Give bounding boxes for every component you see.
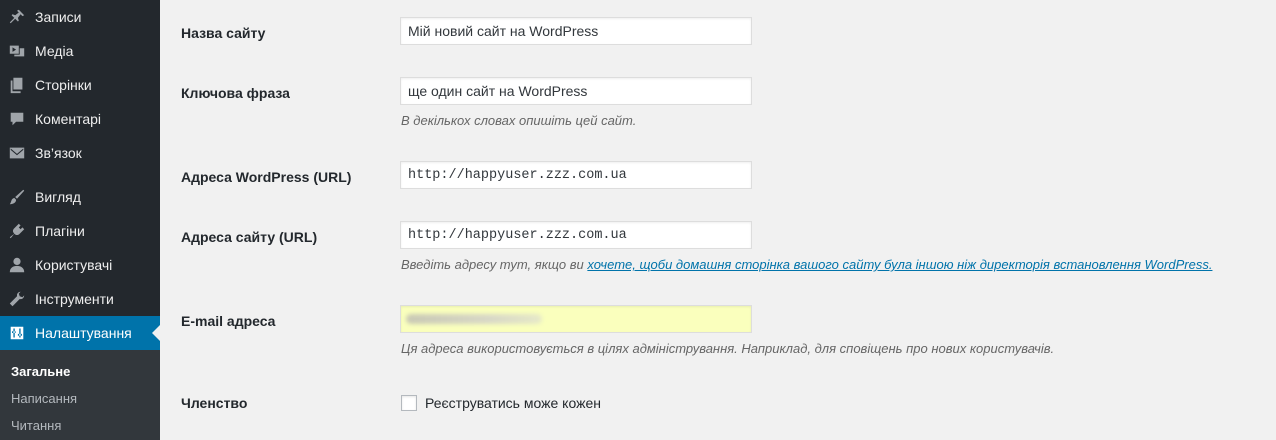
menu-item-appearance[interactable]: Вигляд <box>0 180 160 214</box>
menu-item-label: Зв’язок <box>35 145 82 161</box>
settings-form: Назва сайту Мій новий сайт на WordPress … <box>160 0 1276 440</box>
membership-checkbox[interactable] <box>401 395 417 411</box>
menu-item-pages[interactable]: Сторінки <box>0 68 160 102</box>
wp-address-label: Адреса WordPress (URL) <box>181 169 352 185</box>
brush-icon <box>7 187 27 207</box>
submenu-item-writing[interactable]: Написання <box>11 391 77 406</box>
site-title-label: Назва сайту <box>181 25 266 41</box>
pages-icon <box>7 75 27 95</box>
menu-item-plugins[interactable]: Плагіни <box>0 214 160 248</box>
menu-item-label: Сторінки <box>35 77 92 93</box>
user-icon <box>7 255 27 275</box>
site-address-label: Адреса сайту (URL) <box>181 229 318 245</box>
submenu-item-general[interactable]: Загальне <box>11 364 70 379</box>
menu-item-users[interactable]: Користувачі <box>0 248 160 282</box>
menu-item-label: Інструменти <box>35 291 114 307</box>
menu-item-label: Плагіни <box>35 223 85 239</box>
wp-admin-general-settings: Записи Медіа Сторінки Коментарі Зв’язок … <box>0 0 1276 440</box>
redacted-email-value <box>406 314 542 324</box>
settings-submenu: Загальне Написання Читання <box>0 350 160 440</box>
settings-icon <box>7 323 27 343</box>
menu-item-settings[interactable]: Налаштування <box>0 316 160 350</box>
membership-label: Членство <box>181 395 248 411</box>
site-address-description: Введіть адресу тут, якщо ви хочете, щоби… <box>401 257 1212 272</box>
wp-address-input[interactable]: http://happyuser.zzz.com.ua <box>400 161 752 189</box>
pushpin-icon <box>7 7 27 27</box>
email-input[interactable] <box>400 305 752 333</box>
site-title-input[interactable]: Мій новий сайт на WordPress <box>400 17 752 45</box>
menu-item-label: Налаштування <box>35 325 132 341</box>
menu-item-tools[interactable]: Інструменти <box>0 282 160 316</box>
menu-item-contact[interactable]: Зв’язок <box>0 136 160 170</box>
mail-icon <box>7 143 27 163</box>
email-description: Ця адреса використовується в цілях адмін… <box>401 341 1055 356</box>
site-address-help-link[interactable]: хочете, щоби домашня сторінка вашого сай… <box>587 257 1212 272</box>
site-address-description-text: Введіть адресу тут, якщо ви <box>401 257 588 272</box>
submenu-item-reading[interactable]: Читання <box>11 418 61 433</box>
menu-item-label: Користувачі <box>35 257 113 273</box>
media-icon <box>7 41 27 61</box>
menu-item-media[interactable]: Медіа <box>0 34 160 68</box>
email-label: E-mail адреса <box>181 313 276 329</box>
comment-icon <box>7 109 27 129</box>
tagline-input[interactable]: ще один сайт на WordPress <box>400 77 752 105</box>
site-address-input[interactable]: http://happyuser.zzz.com.ua <box>400 221 752 249</box>
menu-item-label: Записи <box>35 9 82 25</box>
plugin-icon <box>7 221 27 241</box>
menu-item-label: Медіа <box>35 43 74 59</box>
tagline-description: В декількох словах опишіть цей сайт. <box>401 113 637 128</box>
wrench-icon <box>7 289 27 309</box>
menu-item-label: Вигляд <box>35 189 81 205</box>
menu-item-comments[interactable]: Коментарі <box>0 102 160 136</box>
menu-item-label: Коментарі <box>35 111 102 127</box>
admin-sidebar: Записи Медіа Сторінки Коментарі Зв’язок … <box>0 0 160 440</box>
membership-checkbox-label[interactable]: Реєструватись може кожен <box>425 395 601 411</box>
menu-item-posts[interactable]: Записи <box>0 0 160 34</box>
tagline-label: Ключова фраза <box>181 85 290 101</box>
